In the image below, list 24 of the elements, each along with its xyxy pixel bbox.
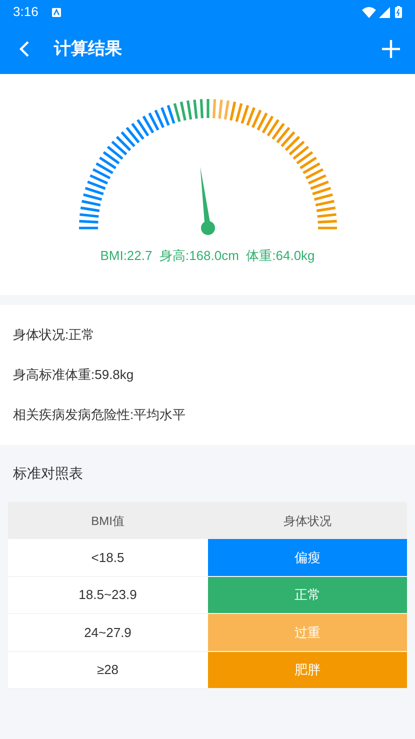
- column-header: 身体状况: [282, 512, 332, 530]
- status-cell: 偏瘦: [208, 539, 407, 576]
- table-cell-text: ≥28: [96, 661, 120, 679]
- status-time: 3:16: [13, 3, 38, 22]
- wifi-icon: [362, 6, 376, 18]
- needle-icon: [200, 166, 214, 235]
- notification-icon: [52, 8, 62, 16]
- signal-icon: [379, 6, 390, 18]
- status-cell: 肥胖: [208, 652, 407, 688]
- table-cell-text: 24~27.9: [83, 624, 132, 642]
- table-title: 标准对照表: [13, 465, 83, 481]
- info-line: 身高标准体重:59.8kg: [13, 366, 135, 384]
- column-header: BMI值: [90, 512, 126, 530]
- bmi-reading: BMI:22.7 身高:168.0cm 体重:64.0kg: [100, 247, 315, 265]
- status-cell: 正常: [208, 576, 407, 613]
- table-cell-text: <18.5: [90, 548, 126, 566]
- status-cell: 过重: [208, 614, 407, 650]
- info-line: 身体状况:正常: [13, 326, 96, 344]
- info-line: 相关疾病发病危险性:平均水平: [13, 406, 187, 424]
- back-icon: [18, 40, 30, 58]
- app-title: 计算结果: [54, 38, 122, 60]
- battery-icon: [395, 6, 402, 18]
- table-cell-text: 18.5~23.9: [78, 586, 138, 604]
- plus-icon: [382, 40, 400, 58]
